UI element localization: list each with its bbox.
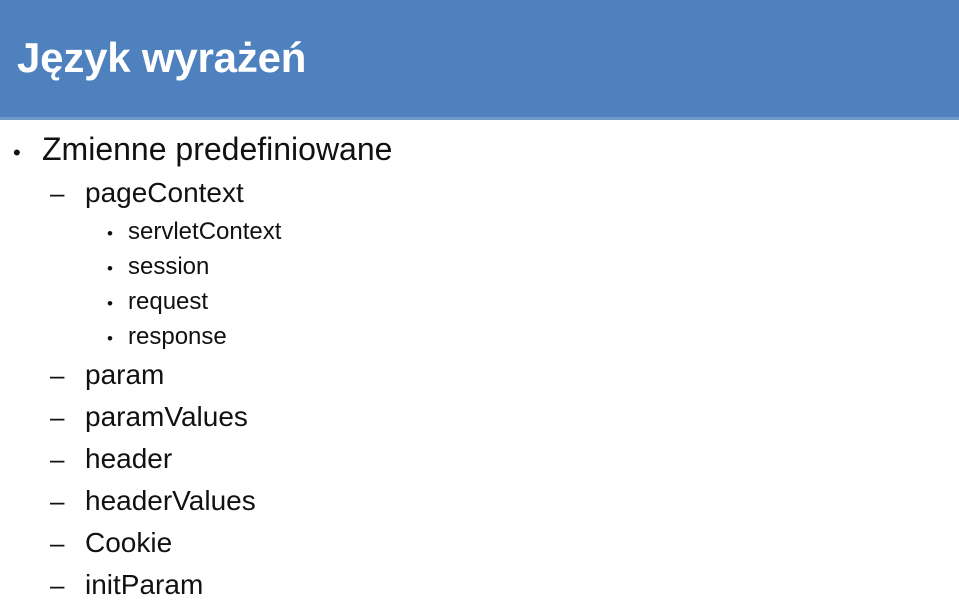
dash-marker-icon: – [50,444,65,474]
outline-item-level-2: – header [0,438,959,480]
outline-item-level-3: • response [0,319,959,354]
slide-title: Język wyrażeń [17,34,307,81]
outline-item-label: response [128,323,227,350]
outline-item-label: pageContext [85,177,244,208]
title-banner: Język wyrażeń [0,0,959,117]
dash-marker-icon: – [50,360,65,390]
outline-item-label: session [128,253,210,280]
outline-item-label: Zmienne predefiniowane [42,131,393,167]
outline-item-level-2: – Cookie [0,522,959,564]
outline-item-level-1: • Zmienne predefiniowane [0,126,959,172]
bullet-marker-icon: • [13,140,21,165]
bullet-marker-icon: • [107,294,113,313]
outline-item-level-2: – headerValues [0,480,959,522]
outline-item-level-2: – initParam [0,564,959,606]
outline-item-label: paramValues [85,401,248,432]
outline-item-label: headerValues [85,485,256,516]
dash-marker-icon: – [50,486,65,516]
dash-marker-icon: – [50,570,65,600]
outline-item-level-2: – param [0,354,959,396]
outline-item-label: Cookie [85,527,173,558]
outline-item-level-2: – pageContext [0,172,959,214]
outline-item-level-3: • request [0,284,959,319]
dash-marker-icon: – [50,528,65,558]
outline-item-level-2: – paramValues [0,396,959,438]
outline-item-label: request [128,288,209,315]
outline-item-label: initParam [85,569,204,600]
outline-item-label: servletContext [128,218,282,245]
bullet-marker-icon: • [107,224,113,243]
outline-item-level-3: • servletContext [0,214,959,249]
title-banner-underline [0,117,959,120]
outline-item-level-3: • session [0,249,959,284]
dash-marker-icon: – [50,402,65,432]
bullet-marker-icon: • [107,329,113,348]
dash-marker-icon: – [50,178,65,208]
slide-body-outline: • Zmienne predefiniowane – pageContext • serv… [0,126,959,606]
bullet-marker-icon: • [107,259,113,278]
presentation-slide: Język wyrażeń • Zmienne predefiniowane – pa… [0,0,959,606]
outline-item-label: header [85,443,173,474]
outline-item-label: param [85,359,165,390]
